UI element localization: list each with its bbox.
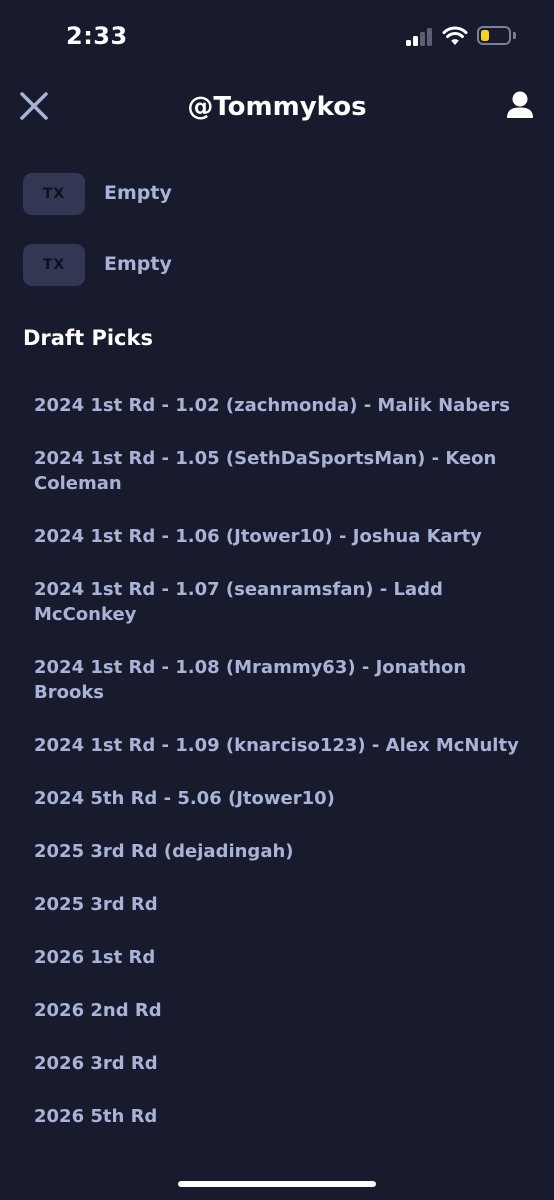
draft-pick-item[interactable]: 2024 1st Rd - 1.02 (zachmonda) - Malik N…	[34, 392, 534, 419]
draft-pick-item[interactable]: 2026 2nd Rd	[34, 997, 534, 1024]
draft-pick-item[interactable]: 2026 1st Rd	[34, 944, 534, 971]
draft-pick-item[interactable]: 2024 1st Rd - 1.06 (Jtower10) - Joshua K…	[34, 523, 534, 550]
tx-row[interactable]: TX Empty	[23, 173, 523, 217]
draft-pick-item[interactable]: 2024 1st Rd - 1.09 (knarciso123) - Alex …	[34, 732, 534, 759]
draft-pick-item[interactable]: 2024 1st Rd - 1.07 (seanramsfan) - Ladd …	[34, 576, 534, 628]
draft-picks-list: 2024 1st Rd - 1.02 (zachmonda) - Malik N…	[34, 392, 534, 1156]
home-indicator[interactable]	[178, 1181, 376, 1187]
page-title: @Tommykos	[187, 92, 367, 122]
draft-pick-item[interactable]: 2025 3rd Rd (dejadingah)	[34, 838, 534, 865]
wifi-icon	[442, 26, 468, 45]
draft-pick-item[interactable]: 2024 5th Rd - 5.06 (Jtower10)	[34, 785, 534, 812]
tx-label: Empty	[104, 182, 172, 204]
battery-fill	[481, 30, 489, 41]
draft-pick-item[interactable]: 2024 1st Rd - 1.08 (Mrammy63) - Jonathon…	[34, 654, 534, 706]
battery-tip	[513, 32, 516, 39]
draft-pick-item[interactable]: 2026 3rd Rd	[34, 1050, 534, 1077]
tx-label: Empty	[104, 253, 172, 275]
header: @Tommykos	[0, 80, 554, 136]
tx-badge: TX	[23, 244, 85, 286]
user-icon[interactable]	[502, 88, 538, 124]
draft-pick-item[interactable]: 2025 3rd Rd	[34, 891, 534, 918]
section-title-draft-picks: Draft Picks	[23, 326, 153, 350]
draft-pick-item[interactable]: 2024 1st Rd - 1.05 (SethDaSportsMan) - K…	[34, 445, 534, 497]
tx-row[interactable]: TX Empty	[23, 244, 523, 288]
battery-icon	[477, 26, 511, 45]
draft-pick-item[interactable]: 2026 5th Rd	[34, 1103, 534, 1130]
status-bar: 2:33	[0, 0, 554, 72]
signal-icon	[406, 27, 434, 46]
status-time: 2:33	[66, 22, 128, 50]
tx-badge: TX	[23, 173, 85, 215]
